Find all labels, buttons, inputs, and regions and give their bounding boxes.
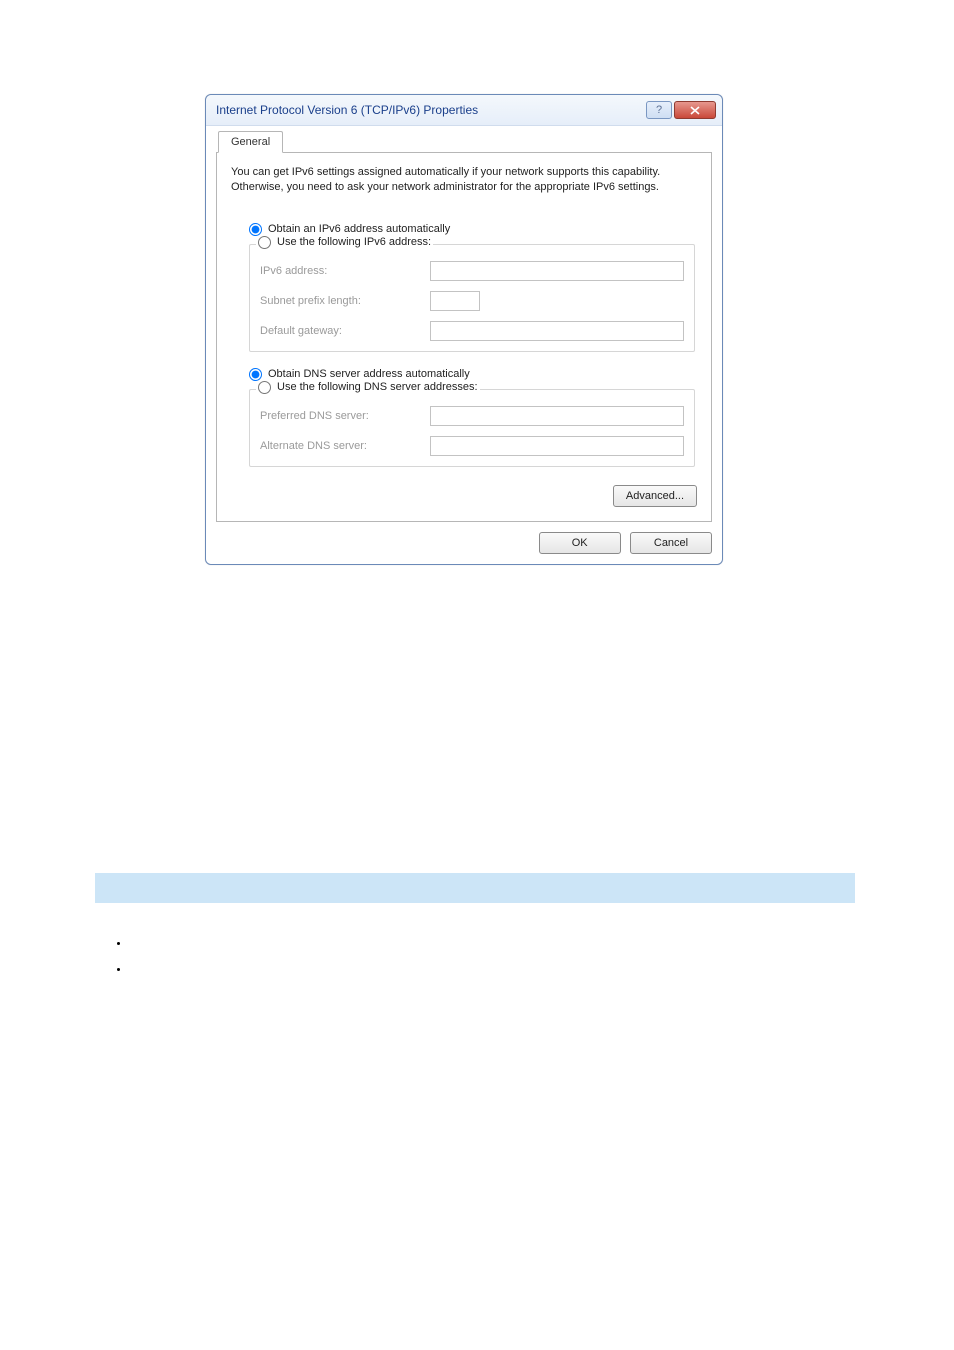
dialog-footer: OK Cancel (216, 522, 712, 554)
preferred-dns-row: Preferred DNS server: (260, 406, 684, 426)
radio-use-ip-input[interactable] (258, 236, 271, 249)
tab-content: You can get IPv6 settings assigned autom… (216, 152, 712, 522)
radio-obtain-ip-auto-label: Obtain an IPv6 address automatically (268, 223, 450, 235)
dns-fieldset: Use the following DNS server addresses: … (249, 389, 695, 467)
advanced-button[interactable]: Advanced... (613, 485, 697, 507)
bullet-list (130, 938, 133, 990)
help-button[interactable]: ? (646, 101, 672, 119)
preferred-dns-label: Preferred DNS server: (260, 410, 430, 422)
radio-use-ip-label: Use the following IPv6 address: (277, 236, 431, 248)
ipv6-address-label: IPv6 address: (260, 265, 430, 277)
radio-obtain-dns-auto[interactable]: Obtain DNS server address automatically (249, 368, 697, 381)
subnet-prefix-input[interactable] (430, 291, 480, 311)
blue-bar (95, 873, 855, 903)
radio-use-dns[interactable]: Use the following DNS server addresses: (256, 381, 480, 394)
bullet-item (130, 964, 133, 976)
description-text: You can get IPv6 settings assigned autom… (231, 165, 697, 195)
radio-obtain-ip-auto-input[interactable] (249, 223, 262, 236)
alternate-dns-label: Alternate DNS server: (260, 440, 430, 452)
bullet-item (130, 938, 133, 950)
preferred-dns-input[interactable] (430, 406, 684, 426)
radio-use-ip[interactable]: Use the following IPv6 address: (256, 236, 433, 249)
cancel-button[interactable]: Cancel (630, 532, 712, 554)
advanced-row: Advanced... (231, 485, 697, 507)
radio-obtain-ip-auto[interactable]: Obtain an IPv6 address automatically (249, 223, 697, 236)
dialog-body: General You can get IPv6 settings assign… (206, 126, 722, 564)
alternate-dns-row: Alternate DNS server: (260, 436, 684, 456)
alternate-dns-input[interactable] (430, 436, 684, 456)
titlebar-buttons: ? (646, 101, 716, 119)
tab-general[interactable]: General (218, 131, 283, 153)
radio-obtain-dns-auto-label: Obtain DNS server address automatically (268, 368, 470, 380)
radio-use-dns-label: Use the following DNS server addresses: (277, 381, 478, 393)
properties-dialog: Internet Protocol Version 6 (TCP/IPv6) P… (205, 94, 723, 565)
close-button[interactable] (674, 101, 716, 119)
ipv6-address-input[interactable] (430, 261, 684, 281)
subnet-prefix-label: Subnet prefix length: (260, 295, 430, 307)
default-gateway-label: Default gateway: (260, 325, 430, 337)
titlebar: Internet Protocol Version 6 (TCP/IPv6) P… (206, 95, 722, 126)
default-gateway-input[interactable] (430, 321, 684, 341)
ip-fieldset: Use the following IPv6 address: IPv6 add… (249, 244, 695, 352)
dialog-title: Internet Protocol Version 6 (TCP/IPv6) P… (216, 103, 478, 117)
radio-obtain-dns-auto-input[interactable] (249, 368, 262, 381)
radio-use-dns-input[interactable] (258, 381, 271, 394)
ok-button[interactable]: OK (539, 532, 621, 554)
default-gateway-row: Default gateway: (260, 321, 684, 341)
subnet-prefix-row: Subnet prefix length: (260, 291, 684, 311)
ipv6-address-row: IPv6 address: (260, 261, 684, 281)
